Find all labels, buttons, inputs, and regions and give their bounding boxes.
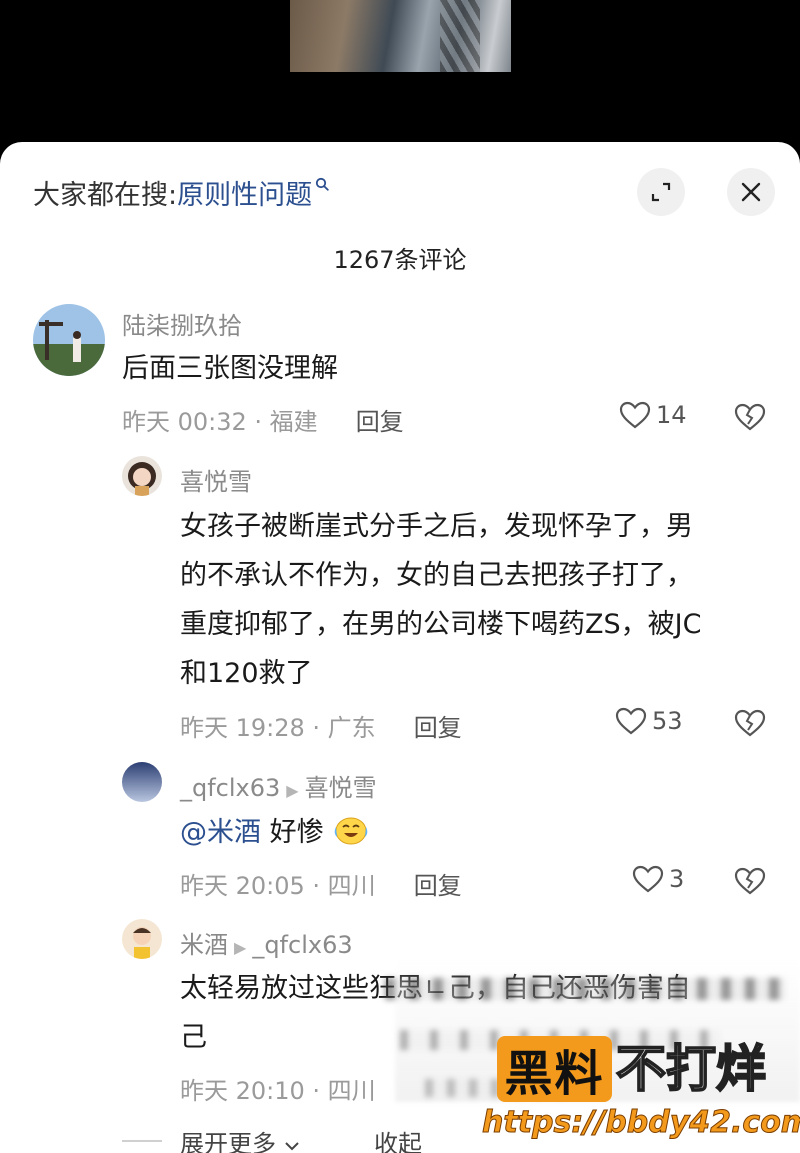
- broken-heart-icon: [734, 709, 766, 737]
- comment-meta: 昨天 00:32 · 福建 回复: [122, 402, 404, 437]
- avatar[interactable]: [122, 456, 162, 496]
- comment-time-location: 昨天 20:10 · 四川: [180, 1077, 376, 1105]
- avatar[interactable]: [33, 304, 105, 376]
- reply-button[interactable]: 回复: [414, 708, 462, 743]
- reply-to-username[interactable]: 喜悦雪: [305, 774, 377, 802]
- comment-text-line: 的不承认不作为，女的自己去把孩子打了，: [180, 560, 693, 591]
- comment-time-location: 昨天 19:28 · 广东: [180, 714, 376, 742]
- like-button[interactable]: 14: [618, 400, 687, 430]
- heart-icon: [615, 707, 647, 735]
- comment-username[interactable]: 米酒 ▶ _qfclx63: [180, 925, 353, 960]
- crying-laughing-emoji-icon: [334, 817, 368, 845]
- comment-text-line: 重度抑郁了，在男的公司楼下喝药ZS，被JC: [180, 609, 702, 640]
- watermark-logo-box: 黑料: [497, 1036, 612, 1102]
- comment-text: 后面三张图没理解: [122, 353, 338, 384]
- heart-icon: [632, 865, 664, 893]
- child-avatar-icon: [122, 919, 162, 959]
- expand-icon: [651, 182, 671, 202]
- chevron-down-icon: [284, 1130, 300, 1153]
- comment-time-location: 昨天 20:05 · 四川: [180, 872, 376, 900]
- comment-username-text[interactable]: 米酒: [180, 931, 228, 959]
- comment-time-location: 昨天 00:32 · 福建: [122, 408, 318, 436]
- dislike-button[interactable]: [733, 708, 767, 742]
- expand-more-label: 展开更多: [180, 1130, 276, 1153]
- like-count: 14: [656, 401, 687, 429]
- search-icon: [315, 176, 329, 195]
- dislike-button[interactable]: [733, 866, 767, 900]
- collapse-button[interactable]: 收起: [374, 1124, 422, 1153]
- close-button[interactable]: [727, 168, 775, 216]
- broken-heart-icon: [734, 867, 766, 895]
- expand-button[interactable]: [637, 168, 685, 216]
- like-count: 3: [669, 865, 685, 893]
- comment-username-text[interactable]: _qfclx63: [180, 774, 280, 802]
- scenery-avatar-icon: [33, 304, 105, 376]
- like-count: 53: [652, 707, 683, 735]
- comment-count: 1267条评论: [333, 246, 467, 274]
- comment-meta: 昨天 20:05 · 四川 回复: [180, 866, 462, 901]
- avatar[interactable]: [122, 919, 162, 959]
- trending-search-prefix: 大家都在搜:: [33, 179, 178, 211]
- reply-button[interactable]: 回复: [414, 866, 462, 901]
- comment-meta: 昨天 20:10 · 四川: [180, 1071, 376, 1106]
- reply-button[interactable]: 回复: [356, 402, 404, 437]
- video-area[interactable]: [0, 0, 800, 160]
- comment-text-line: 和120救了: [180, 658, 313, 689]
- video-thumbnail: [290, 0, 511, 72]
- broken-heart-icon: [734, 403, 766, 431]
- comment-username[interactable]: 喜悦雪: [180, 462, 252, 497]
- comment-text-line: 女孩子被断崖式分手之后，发现怀孕了，男: [180, 511, 693, 542]
- comments-sheet: 大家都在搜: 原则性问题 1267条评论 陆柒捌玖拾 后面三张图没理解 昨天 0…: [0, 142, 800, 1153]
- close-icon: [741, 182, 761, 202]
- comment-username[interactable]: _qfclx63 ▶ 喜悦雪: [180, 768, 377, 803]
- comment-text: @米酒 好惨: [180, 808, 370, 857]
- mention-link[interactable]: @米酒: [180, 817, 261, 848]
- dislike-button[interactable]: [733, 402, 767, 436]
- comment-text-body: 好惨: [269, 817, 324, 848]
- comment-username[interactable]: 陆柒捌玖拾: [122, 306, 242, 341]
- reply-to-username[interactable]: _qfclx63: [252, 931, 352, 959]
- comment-text: 女孩子被断崖式分手之后，发现怀孕了，男 的不承认不作为，女的自己去把孩子打了， …: [180, 502, 701, 698]
- trending-search[interactable]: 大家都在搜: 原则性问题: [33, 172, 329, 212]
- watermark-text: 不打烊: [615, 1039, 767, 1099]
- girl-avatar-icon: [122, 456, 162, 496]
- like-button[interactable]: 53: [614, 706, 683, 736]
- watermark-url: https://bbdy42.com: [482, 1105, 800, 1141]
- avatar[interactable]: [122, 762, 162, 802]
- comment-meta: 昨天 19:28 · 广东 回复: [180, 708, 462, 743]
- reply-arrow-icon: ▶: [286, 781, 299, 800]
- expand-more-button[interactable]: 展开更多: [180, 1124, 300, 1153]
- divider: [122, 1140, 162, 1142]
- like-button[interactable]: 3: [631, 864, 684, 894]
- sky-avatar-icon: [122, 762, 162, 802]
- reply-arrow-icon: ▶: [234, 938, 247, 957]
- trending-search-term[interactable]: 原则性问题: [177, 173, 312, 212]
- heart-icon: [619, 401, 651, 429]
- obscured-text: [385, 978, 785, 1000]
